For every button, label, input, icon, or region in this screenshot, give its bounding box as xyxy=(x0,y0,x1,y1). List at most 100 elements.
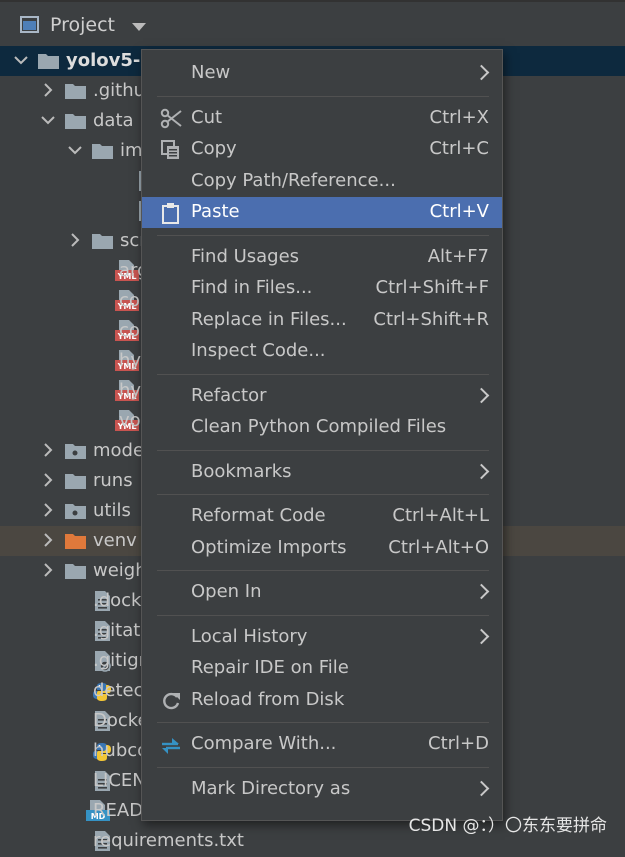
menu-item-label: Inspect Code... xyxy=(191,340,326,361)
menu-item-local-history[interactable]: Local History xyxy=(142,622,502,653)
menu-item-open-in[interactable]: Open In xyxy=(142,577,502,608)
menu-item-clean-python-compiled-files[interactable]: Clean Python Compiled Files xyxy=(142,412,502,443)
tree-item-label: .githu xyxy=(93,80,146,101)
menu-item-shortcut: Ctrl+V xyxy=(429,201,489,222)
tree-item-label: co xyxy=(119,320,140,341)
project-window-icon xyxy=(20,16,39,33)
menu-item-shortcut: Ctrl+Alt+O xyxy=(388,536,489,558)
menu-item-label: Compare With... xyxy=(191,733,337,754)
menu-item-find-usages[interactable]: Find Usages Alt+F7 xyxy=(142,242,502,273)
tree-item-label: .gitat xyxy=(93,620,141,641)
menu-item-label: Find Usages xyxy=(191,245,300,267)
menu-item-shortcut: Ctrl+Alt+L xyxy=(392,505,489,526)
tree-item-label: weigh xyxy=(93,560,147,581)
menu-separator xyxy=(157,722,489,723)
menu-item-shortcut: Alt+F7 xyxy=(427,245,489,267)
menu-item-copy[interactable]: Copy Ctrl+C xyxy=(142,134,502,165)
tree-item-label: requirements.txt xyxy=(93,830,244,851)
chevron-down-icon[interactable] xyxy=(39,111,57,129)
watermark: CSDN @：）〇东东要拼命 xyxy=(408,816,607,836)
menu-item-label: Mark Directory as xyxy=(191,777,351,799)
tree-item-label: hy xyxy=(119,380,142,401)
menu-separator xyxy=(157,494,489,495)
menu-item-reload-from-disk[interactable]: Reload from Disk xyxy=(142,685,502,716)
copy-icon xyxy=(160,139,182,161)
tree-item-label: data xyxy=(93,110,134,131)
submenu-arrow-icon xyxy=(473,780,490,796)
menu-item-new[interactable]: New xyxy=(142,58,502,89)
context-menu: New Cut Ctrl+X Copy Ctrl+C Copy Path/Referenc… xyxy=(141,49,503,821)
menu-item-refactor[interactable]: Refactor xyxy=(142,381,502,412)
submenu-arrow-icon xyxy=(473,628,490,644)
menu-item-reformat-code[interactable]: Reformat Code Ctrl+Alt+L xyxy=(142,501,502,532)
menu-separator xyxy=(157,234,489,236)
folder-icon xyxy=(92,232,113,249)
submenu-arrow-icon xyxy=(473,463,490,479)
tree-item-label: vo xyxy=(119,410,141,431)
chevron-right-icon[interactable] xyxy=(39,531,57,549)
clipboard-icon xyxy=(160,202,182,224)
menu-item-label: Copy xyxy=(191,138,237,159)
chevron-down-icon[interactable] xyxy=(12,51,30,69)
menu-separator xyxy=(157,95,489,97)
tree-item-label: mode xyxy=(93,440,145,461)
compare-arrows-icon xyxy=(160,734,182,756)
folder-icon xyxy=(65,472,86,489)
chevron-right-icon[interactable] xyxy=(39,561,57,579)
submenu-arrow-icon xyxy=(473,64,490,81)
chevron-right-icon[interactable] xyxy=(66,231,84,249)
menu-item-shortcut: Ctrl+D xyxy=(428,733,489,754)
menu-item-label: Reload from Disk xyxy=(191,688,345,710)
tree-item-label: co xyxy=(119,290,140,311)
folder-icon xyxy=(65,562,86,579)
menu-item-label: Repair IDE on File xyxy=(191,657,349,678)
menu-item-optimize-imports[interactable]: Optimize Imports Ctrl+Alt+O xyxy=(142,533,502,564)
menu-item-label: Bookmarks xyxy=(191,460,292,482)
menu-item-copy-path-reference[interactable]: Copy Path/Reference... xyxy=(142,166,502,197)
menu-item-inspect-code[interactable]: Inspect Code... xyxy=(142,336,502,367)
dropdown-caret-icon[interactable] xyxy=(132,23,146,31)
menu-item-cut[interactable]: Cut Ctrl+X xyxy=(142,103,502,134)
chevron-right-icon[interactable] xyxy=(39,81,57,99)
reload-icon xyxy=(160,690,182,712)
menu-item-shortcut: Ctrl+C xyxy=(429,138,489,159)
folder-icon xyxy=(65,112,86,129)
chevron-right-icon[interactable] xyxy=(39,471,57,489)
chevron-right-icon[interactable] xyxy=(39,501,57,519)
excluded-folder-icon xyxy=(65,532,86,549)
menu-item-label: Find in Files... xyxy=(191,277,313,298)
package-folder-icon xyxy=(65,442,86,459)
menu-item-compare-with[interactable]: Compare With... Ctrl+D xyxy=(142,729,502,760)
menu-item-label: Open In xyxy=(191,581,262,602)
menu-separator xyxy=(157,449,489,451)
menu-separator xyxy=(157,766,489,768)
tree-item-label: hubco xyxy=(93,740,149,761)
menu-item-label: Copy Path/Reference... xyxy=(191,169,396,191)
chevron-down-icon[interactable] xyxy=(66,141,84,159)
menu-item-paste[interactable]: Paste Ctrl+V xyxy=(142,197,502,228)
folder-icon xyxy=(65,82,86,99)
tree-item-label: runs xyxy=(93,470,133,491)
menu-item-label: Refactor xyxy=(191,384,267,406)
menu-item-find-in-files[interactable]: Find in Files... Ctrl+Shift+F xyxy=(142,273,502,304)
menu-item-shortcut: Ctrl+X xyxy=(429,106,489,128)
menu-item-label: Clean Python Compiled Files xyxy=(191,416,447,437)
scissors-icon xyxy=(160,108,182,130)
tree-item-label: LICEN xyxy=(93,770,146,791)
tree-item-label: .dock xyxy=(93,590,142,611)
menu-item-mark-directory-as[interactable]: Mark Directory as xyxy=(142,774,502,805)
menu-item-repair-ide-on-file[interactable]: Repair IDE on File xyxy=(142,653,502,684)
folder-icon xyxy=(92,142,113,159)
menu-item-label: Cut xyxy=(191,106,223,128)
submenu-arrow-icon xyxy=(473,583,490,600)
tree-item-label: READ xyxy=(93,800,144,821)
tree-item-label: hy xyxy=(119,350,142,371)
menu-item-label: Paste xyxy=(191,201,240,222)
menu-item-replace-in-files[interactable]: Replace in Files... Ctrl+Shift+R xyxy=(142,305,502,336)
menu-separator xyxy=(157,570,489,571)
chevron-right-icon[interactable] xyxy=(39,441,57,459)
tree-item-label: venv xyxy=(93,530,137,551)
menu-item-bookmarks[interactable]: Bookmarks xyxy=(142,457,502,488)
project-title[interactable]: Project xyxy=(50,14,115,36)
menu-item-label: Replace in Files... xyxy=(191,308,347,330)
